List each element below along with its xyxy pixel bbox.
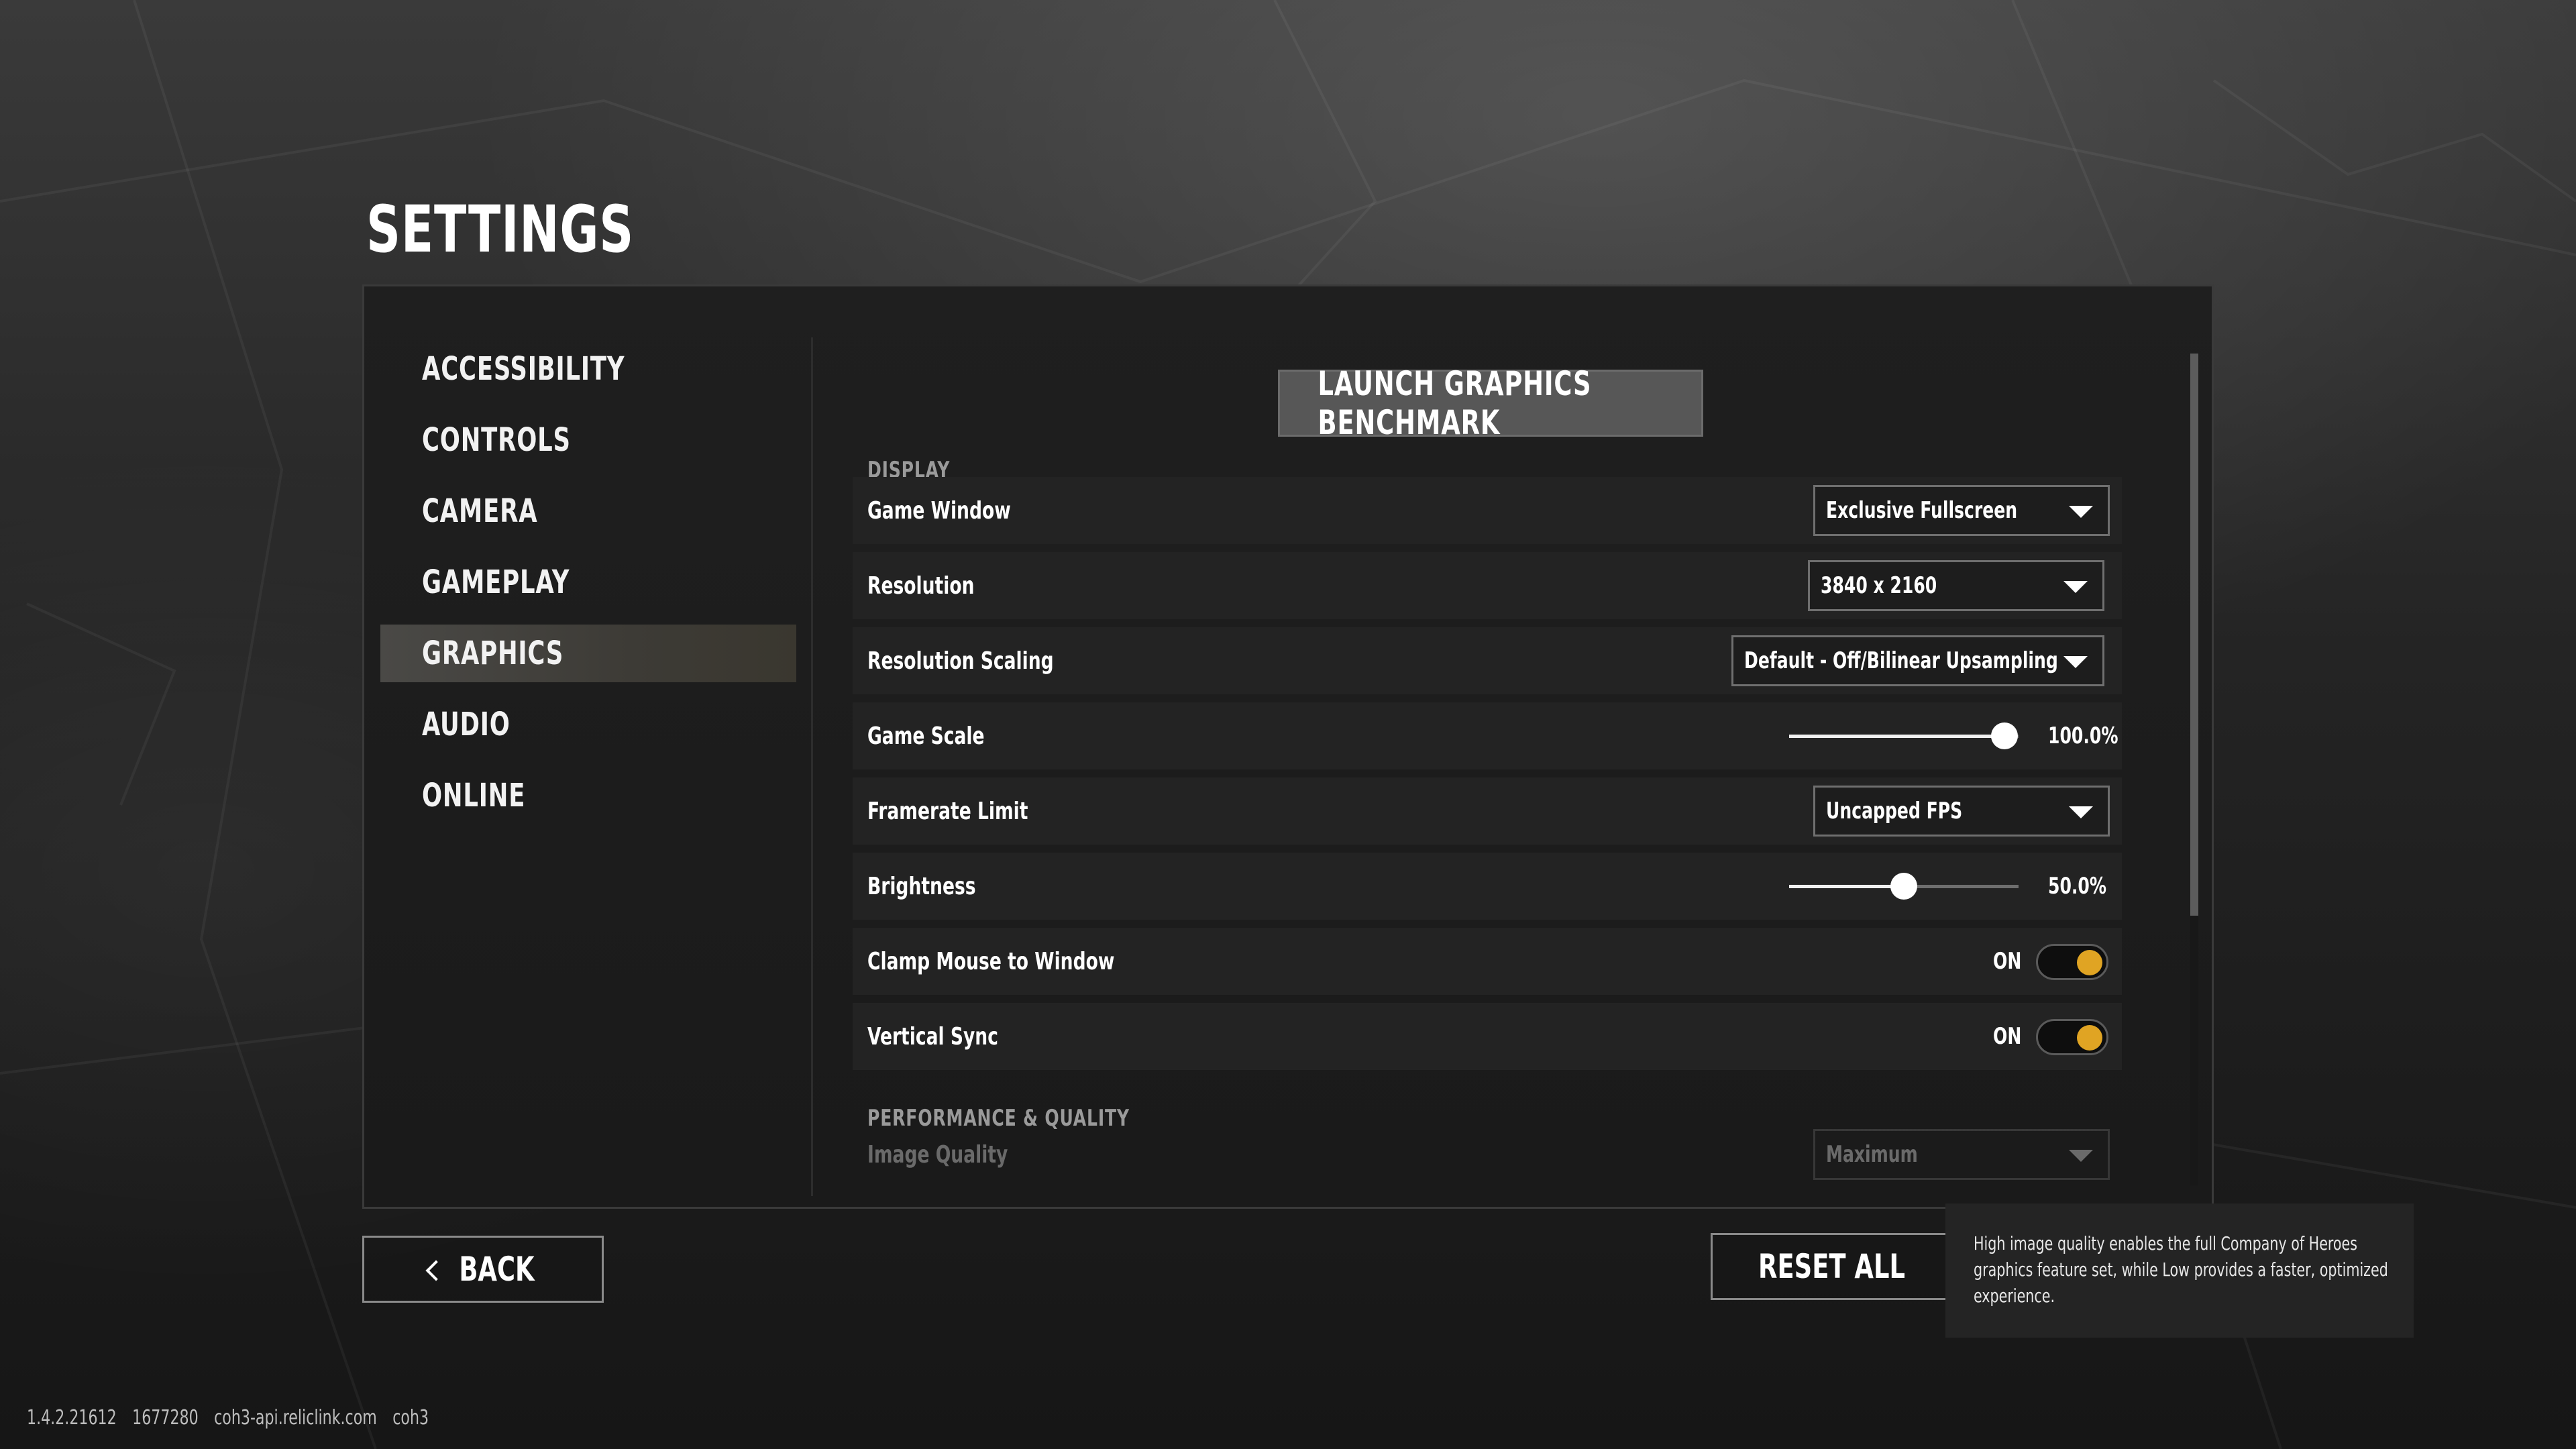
nav-item-label: AUDIO xyxy=(422,706,511,743)
slider-fill xyxy=(1789,885,1904,888)
slider-handle[interactable] xyxy=(1991,722,2019,749)
settings-nav: ACCESSIBILITY CONTROLS CAMERA GAMEPLAY G… xyxy=(380,340,796,838)
build-info: 1.4.2.21612 1677280 coh3-api.reliclink.c… xyxy=(27,1406,439,1430)
brightness-value: 50.0% xyxy=(2048,873,2107,900)
setting-row-game-scale: Game Scale 100.0% xyxy=(853,702,2122,769)
nav-item-camera[interactable]: CAMERA xyxy=(380,482,796,540)
chevron-down-icon xyxy=(2063,656,2088,668)
resolution-dropdown[interactable]: 3840 x 2160 xyxy=(1808,560,2104,611)
dropdown-value: Maximum xyxy=(1826,1141,1918,1168)
launch-benchmark-button[interactable]: LAUNCH GRAPHICS BENCHMARK xyxy=(1278,364,1703,442)
setting-label: Brightness xyxy=(867,872,976,900)
game-id: coh3 xyxy=(392,1406,429,1430)
page-title: SETTINGS xyxy=(366,192,635,267)
game-window-dropdown[interactable]: Exclusive Fullscreen xyxy=(1813,485,2110,536)
setting-label: Game Scale xyxy=(867,722,985,750)
framerate-limit-dropdown[interactable]: Uncapped FPS xyxy=(1813,786,2110,837)
nav-item-label: ACCESSIBILITY xyxy=(422,350,625,388)
nav-item-gameplay[interactable]: GAMEPLAY xyxy=(380,553,796,611)
setting-label: Resolution xyxy=(867,572,975,600)
setting-label: Game Window xyxy=(867,496,1011,525)
reset-all-button[interactable]: RESET ALL xyxy=(1711,1233,1952,1300)
settings-scrollbar[interactable] xyxy=(2190,354,2198,1185)
nav-item-label: CAMERA xyxy=(422,492,538,530)
setting-row-resolution-scaling: Resolution Scaling Default - Off/Bilinea… xyxy=(853,627,2122,694)
nav-item-audio[interactable]: AUDIO xyxy=(380,696,796,753)
chevron-down-icon xyxy=(2063,581,2088,593)
setting-row-image-quality: Image Quality Maximum xyxy=(853,1121,2122,1188)
brightness-slider[interactable] xyxy=(1789,873,2019,900)
nav-item-label: GRAPHICS xyxy=(422,635,564,672)
chevron-left-icon xyxy=(425,1260,447,1281)
nav-item-label: CONTROLS xyxy=(422,421,571,459)
version-text: 1.4.2.21612 xyxy=(27,1406,117,1430)
image-quality-tooltip: High image quality enables the full Comp… xyxy=(1945,1203,2414,1338)
setting-label: Clamp Mouse to Window xyxy=(867,947,1115,975)
chevron-down-icon xyxy=(2069,806,2093,818)
image-quality-dropdown[interactable]: Maximum xyxy=(1813,1129,2110,1180)
chevron-down-icon xyxy=(2069,506,2093,518)
toggle-state-label: ON xyxy=(1993,948,2022,975)
launch-benchmark-label: LAUNCH GRAPHICS BENCHMARK xyxy=(1318,364,1592,442)
toggle-knob xyxy=(2077,1025,2102,1051)
setting-label: Vertical Sync xyxy=(867,1022,998,1051)
clamp-mouse-toggle[interactable] xyxy=(2036,944,2108,980)
nav-item-label: GAMEPLAY xyxy=(422,564,570,601)
tooltip-text: High image quality enables the full Comp… xyxy=(1974,1232,2388,1307)
setting-row-framerate-limit: Framerate Limit Uncapped FPS xyxy=(853,777,2122,845)
vertical-sync-toggle[interactable] xyxy=(2036,1019,2108,1055)
back-button[interactable]: BACK xyxy=(362,1236,604,1303)
nav-item-graphics[interactable]: GRAPHICS xyxy=(380,625,796,682)
setting-label: Resolution Scaling xyxy=(867,647,1054,675)
setting-row-game-window: Game Window Exclusive Fullscreen xyxy=(853,477,2122,544)
setting-label: Framerate Limit xyxy=(867,797,1028,825)
slider-fill xyxy=(1789,735,2005,738)
api-host: coh3-api.reliclink.com xyxy=(214,1406,377,1430)
dropdown-value: Uncapped FPS xyxy=(1826,798,1963,824)
setting-row-resolution: Resolution 3840 x 2160 xyxy=(853,552,2122,619)
nav-item-controls[interactable]: CONTROLS xyxy=(380,411,796,469)
dropdown-value: Default - Off/Bilinear Upsampling xyxy=(1744,647,2058,674)
chevron-down-icon xyxy=(2069,1150,2093,1162)
nav-item-online[interactable]: ONLINE xyxy=(380,767,796,824)
setting-row-vertical-sync: Vertical Sync ON xyxy=(853,1003,2122,1070)
toggle-knob xyxy=(2077,950,2102,975)
graphics-settings-list: LAUNCH GRAPHICS BENCHMARK DISPLAY Game W… xyxy=(853,337,2147,1203)
nav-divider xyxy=(811,337,813,1196)
nav-item-label: ONLINE xyxy=(422,777,526,814)
reset-all-label: RESET ALL xyxy=(1758,1247,1905,1286)
setting-row-brightness: Brightness 50.0% xyxy=(853,853,2122,920)
setting-row-clamp-mouse: Clamp Mouse to Window ON xyxy=(853,928,2122,995)
dropdown-value: Exclusive Fullscreen xyxy=(1826,497,2018,524)
scrollbar-thumb[interactable] xyxy=(2190,354,2198,916)
slider-handle[interactable] xyxy=(1890,873,1917,900)
game-scale-slider[interactable] xyxy=(1789,722,2019,749)
toggle-state-label: ON xyxy=(1993,1023,2022,1050)
build-number: 1677280 xyxy=(132,1406,199,1430)
nav-item-accessibility[interactable]: ACCESSIBILITY xyxy=(380,340,796,398)
settings-panel: ACCESSIBILITY CONTROLS CAMERA GAMEPLAY G… xyxy=(362,284,2214,1209)
back-button-label: BACK xyxy=(458,1250,535,1289)
game-scale-value: 100.0% xyxy=(2048,722,2118,749)
resolution-scaling-dropdown[interactable]: Default - Off/Bilinear Upsampling xyxy=(1731,635,2104,686)
setting-label: Image Quality xyxy=(867,1140,1008,1169)
dropdown-value: 3840 x 2160 xyxy=(1821,572,1937,599)
